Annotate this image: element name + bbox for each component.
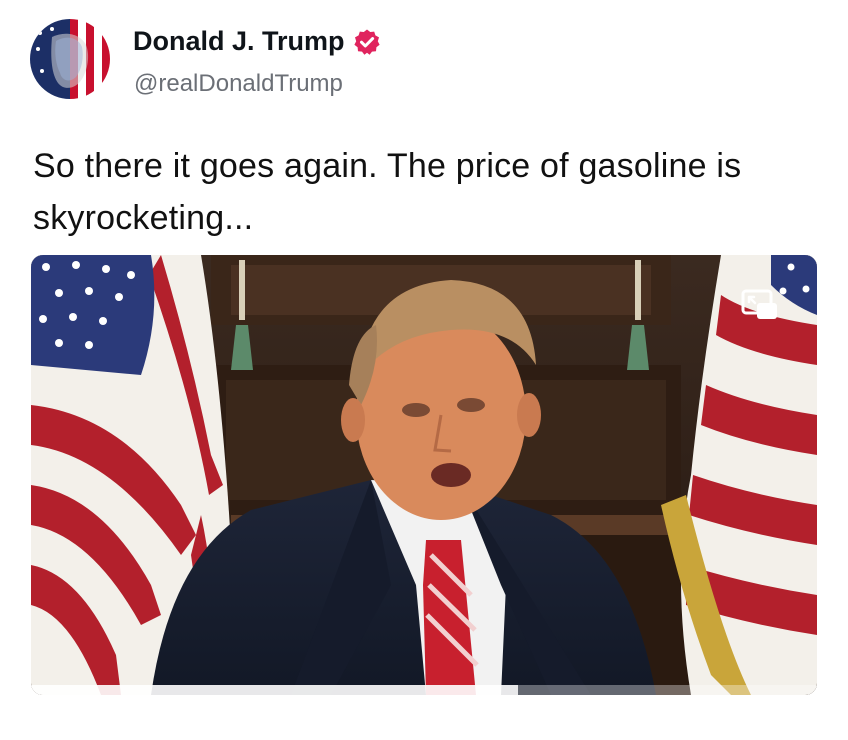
video-progress-bar[interactable] <box>31 685 817 695</box>
avatar[interactable] <box>30 19 110 99</box>
avatar-flag-portrait-image <box>30 19 110 99</box>
author-handle[interactable]: @realDonaldTrump <box>134 70 343 98</box>
picture-in-picture-icon <box>741 289 777 319</box>
video-progress-fill <box>31 685 519 695</box>
video-frame-image <box>31 255 817 695</box>
author-name-row[interactable]: Donald J. Trump <box>133 26 381 57</box>
video-player[interactable] <box>31 255 817 695</box>
post-text: So there it goes again. The price of gas… <box>33 147 742 237</box>
verified-badge-icon <box>353 28 381 56</box>
author-name[interactable]: Donald J. Trump <box>133 26 345 57</box>
picture-in-picture-button[interactable] <box>741 289 779 323</box>
